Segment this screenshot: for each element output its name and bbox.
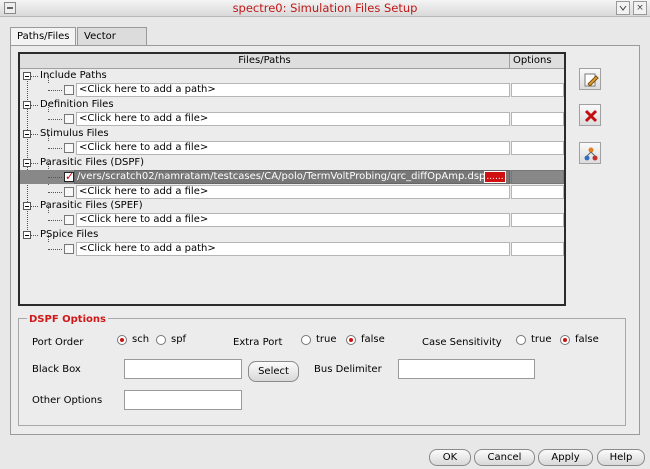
table-row[interactable]: <Click here to add a path> — [20, 83, 564, 97]
extra-port-false-label[interactable]: false — [361, 334, 385, 345]
add-file-cell[interactable]: <Click here to add a file> — [76, 112, 510, 126]
tree-category-stimulus-files[interactable]: Stimulus Files — [20, 127, 564, 141]
add-file-cell[interactable]: <Click here to add a file> — [76, 141, 510, 155]
row-checkbox[interactable] — [64, 114, 74, 124]
tree-category-include-paths[interactable]: Include Paths — [20, 69, 564, 83]
row-checkbox[interactable] — [64, 85, 74, 95]
port-order-sch-radio[interactable] — [117, 335, 127, 345]
edit-button[interactable] — [579, 68, 601, 90]
ok-button[interactable]: OK — [429, 449, 471, 466]
edit-icon — [584, 73, 599, 87]
port-order-spf-radio[interactable] — [156, 335, 166, 345]
tree-category-pspice-files[interactable]: PSpice Files — [20, 228, 564, 242]
apply-button[interactable]: Apply — [538, 449, 593, 466]
collapse-icon[interactable] — [23, 130, 31, 138]
options-cell[interactable] — [511, 112, 564, 126]
extra-port-false-radio[interactable] — [346, 335, 356, 345]
cancel-button[interactable]: Cancel — [474, 449, 535, 466]
case-sensitivity-false-radio[interactable] — [560, 335, 570, 345]
minimize-icon[interactable] — [616, 1, 630, 15]
select-button[interactable]: Select — [248, 361, 299, 382]
black-box-label: Black Box — [32, 364, 81, 375]
black-box-input[interactable] — [124, 359, 242, 379]
port-order-sch-label[interactable]: sch — [132, 334, 149, 345]
extra-port-label: Extra Port — [233, 337, 283, 348]
collapse-icon[interactable] — [23, 159, 31, 167]
category-label: Definition Files — [40, 99, 114, 110]
hierarchy-button[interactable] — [579, 142, 601, 164]
case-sensitivity-label: Case Sensitivity — [422, 337, 502, 348]
row-checkbox-checked[interactable] — [64, 170, 74, 184]
table-row[interactable]: <Click here to add a path> — [20, 242, 564, 256]
tree-category-spef-files[interactable]: Parasitic Files (SPEF) — [20, 199, 564, 213]
table-row[interactable]: <Click here to add a file> — [20, 112, 564, 126]
table-row[interactable]: <Click here to add a file> — [20, 213, 564, 227]
row-checkbox[interactable] — [64, 143, 74, 153]
options-cell[interactable] — [511, 213, 564, 227]
add-path-cell[interactable]: <Click here to add a path> — [76, 83, 510, 97]
tree-category-definition-files[interactable]: Definition Files — [20, 98, 564, 112]
collapse-icon[interactable] — [23, 101, 31, 109]
tab-paths-files[interactable]: Paths/Files — [10, 27, 76, 47]
category-label: Stimulus Files — [40, 128, 109, 139]
extra-port-true-label[interactable]: true — [316, 334, 337, 345]
category-label: Parasitic Files (SPEF) — [40, 200, 143, 211]
collapse-icon[interactable] — [23, 202, 31, 210]
table-row[interactable]: <Click here to add a file> — [20, 141, 564, 155]
help-button[interactable]: Help — [597, 449, 645, 466]
delete-button[interactable] — [579, 104, 601, 126]
options-cell[interactable] — [511, 170, 564, 184]
row-checkbox[interactable] — [64, 244, 74, 254]
browse-button[interactable]: ...... — [484, 171, 506, 183]
case-sensitivity-true-label[interactable]: true — [531, 334, 552, 345]
bus-delimiter-input[interactable] — [398, 359, 535, 379]
extra-port-true-radio[interactable] — [301, 335, 311, 345]
paths-files-panel: Files/Paths Options Include Paths <Click… — [10, 45, 640, 435]
category-label: Include Paths — [40, 70, 107, 81]
case-sensitivity-false-label[interactable]: false — [575, 334, 599, 345]
tab-vector-files[interactable]: Vector Files — [77, 27, 147, 59]
column-header-files[interactable]: Files/Paths — [20, 54, 510, 68]
collapse-icon[interactable] — [23, 72, 31, 80]
options-cell[interactable] — [511, 185, 564, 199]
window-title: spectre0: Simulation Files Setup — [232, 1, 418, 15]
case-sensitivity-true-radio[interactable] — [516, 335, 526, 345]
options-cell[interactable] — [511, 242, 564, 256]
other-options-input[interactable] — [124, 390, 242, 410]
collapse-icon[interactable] — [23, 231, 31, 239]
table-header: Files/Paths Options — [20, 54, 564, 69]
dspf-options-legend: DSPF Options — [27, 314, 108, 325]
tree-icon — [584, 147, 598, 161]
row-checkbox[interactable] — [64, 187, 74, 197]
files-tree-table[interactable]: Files/Paths Options Include Paths <Click… — [18, 52, 566, 306]
add-file-cell[interactable]: <Click here to add a file> — [76, 185, 510, 199]
category-label: Parasitic Files (DSPF) — [40, 157, 145, 168]
column-header-options[interactable]: Options — [511, 54, 564, 68]
options-cell[interactable] — [511, 141, 564, 155]
row-checkbox[interactable] — [64, 215, 74, 225]
tree-category-dspf-files[interactable]: Parasitic Files (DSPF) — [20, 156, 564, 170]
table-row[interactable]: <Click here to add a file> — [20, 185, 564, 199]
other-options-label: Other Options — [32, 395, 103, 406]
add-path-cell[interactable]: <Click here to add a path> — [76, 242, 510, 256]
port-order-spf-label[interactable]: spf — [171, 334, 186, 345]
port-order-label: Port Order — [32, 337, 84, 348]
dspf-file-path-cell[interactable]: /vers/scratch02/namratam/testcases/CA/po… — [74, 170, 510, 184]
options-cell[interactable] — [511, 83, 564, 97]
category-label: PSpice Files — [40, 229, 99, 240]
add-file-cell[interactable]: <Click here to add a file> — [76, 213, 510, 227]
delete-icon — [584, 109, 598, 123]
table-row-selected[interactable]: /vers/scratch02/namratam/testcases/CA/po… — [20, 170, 564, 184]
dspf-options-group: DSPF Options Port Order sch spf Extra Po… — [18, 314, 626, 426]
title-bar: spectre0: Simulation Files Setup × — [0, 0, 650, 17]
close-icon[interactable]: × — [633, 1, 647, 15]
bus-delimiter-label: Bus Delimiter — [314, 364, 382, 375]
